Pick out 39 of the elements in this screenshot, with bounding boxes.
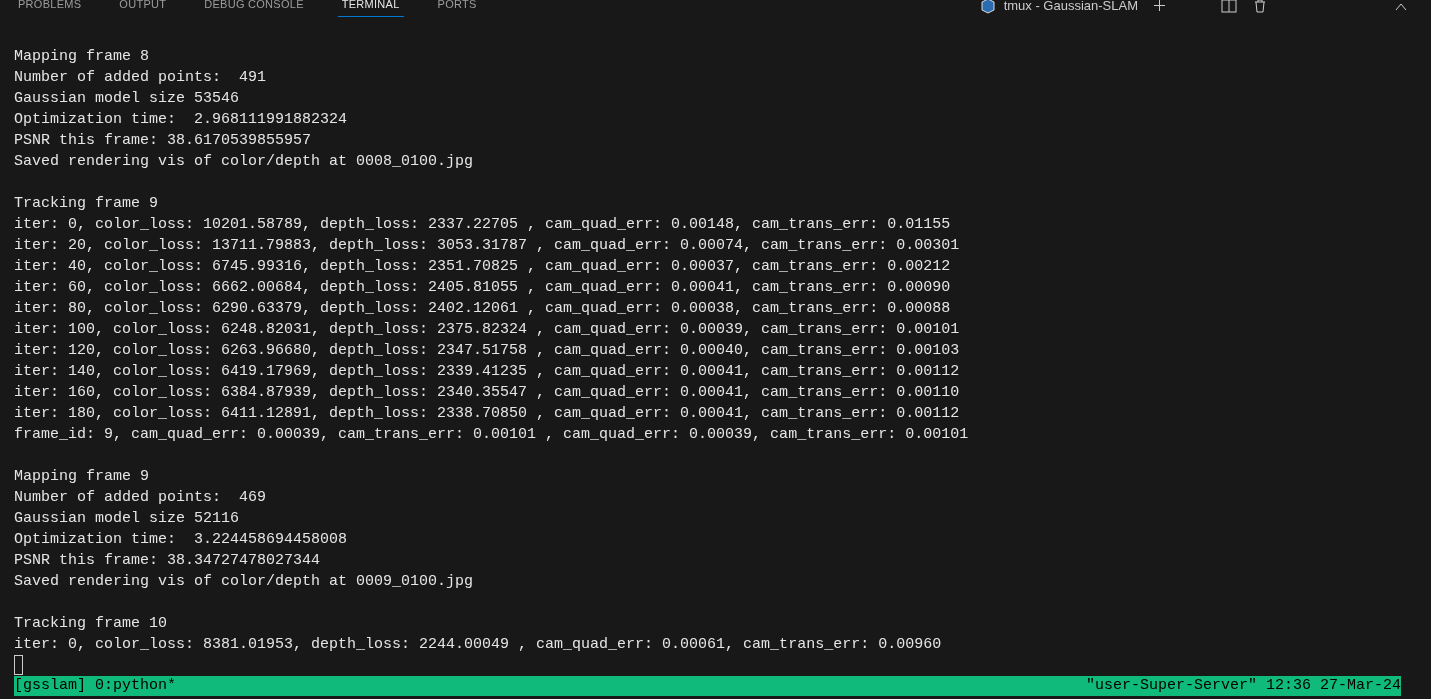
panel-tab[interactable]: PORTS bbox=[433, 0, 481, 17]
terminal-line: Tracking frame 9 bbox=[14, 194, 160, 214]
terminal-line: Gaussian model size 53546 bbox=[14, 89, 241, 109]
host-time-label: "user-Super-Server" 12:36 27-Mar-24 bbox=[1085, 675, 1401, 696]
terminal-line: iter: 180, color_loss: 6411.12891, depth_loss: 2338.70850 , cam_quad_err: 0.00041, cam_trans_err: 0.00112 bbox=[14, 404, 961, 424]
terminal-line: iter: 140, color_loss: 6419.17969, depth_loss: 2339.41235 , cam_quad_err: 0.00041, cam_trans_err: 0.00112 bbox=[14, 362, 961, 382]
terminal-line: Number of added points: 469 bbox=[14, 488, 268, 508]
cursor-icon bbox=[14, 655, 23, 675]
terminal-line: Saved rendering vis of color/depth at 0008_0100.jpg bbox=[14, 152, 475, 172]
terminal-line: iter: 40, color_loss: 6745.99316, depth_loss: 2351.70825 , cam_quad_err: 0.00037, cam_trans_err: 0.00212 bbox=[14, 257, 952, 277]
terminal-icon bbox=[979, 0, 996, 14]
terminal-line: PSNR this frame: 38.6170539855957 bbox=[14, 131, 313, 151]
terminal-line: iter: 20, color_loss: 13711.79883, depth_loss: 3053.31787 , cam_quad_err: 0.00074, cam_trans_err: 0.00301 bbox=[14, 236, 961, 256]
panel-tab[interactable]: DEBUG CONSOLE bbox=[200, 0, 308, 17]
terminal-line: Tracking frame 10 bbox=[14, 614, 169, 634]
terminal-line: PSNR this frame: 38.34727478027344 bbox=[14, 551, 322, 571]
terminal-line: iter: 160, color_loss: 6384.87939, depth_loss: 2340.35547 , cam_quad_err: 0.00041, cam_trans_err: 0.00110 bbox=[14, 383, 961, 403]
split-icon[interactable] bbox=[1221, 0, 1237, 13]
terminal-line: frame_id: 9, cam_quad_err: 0.00039, cam_trans_err: 0.00101 , cam_quad_err: 0.00039, cam_trans_err: 0.00101 bbox=[14, 425, 970, 445]
terminal-line: Mapping frame 8 bbox=[14, 47, 151, 67]
panel-tab[interactable]: OUTPUT bbox=[115, 0, 171, 17]
terminal-line: iter: 0, color_loss: 10201.58789, depth_loss: 2337.22705 , cam_quad_err: 0.00148, cam_trans_err: 0.01155 bbox=[14, 215, 952, 235]
terminal-line: iter: 100, color_loss: 6248.82031, depth_loss: 2375.82324 , cam_quad_err: 0.00039, cam_trans_err: 0.00101 bbox=[14, 320, 961, 340]
terminal-line: Optimization time: 3.224458694458008 bbox=[14, 530, 349, 550]
trash-icon[interactable] bbox=[1253, 0, 1267, 13]
terminal-line: Mapping frame 9 bbox=[14, 467, 151, 487]
terminal-line: iter: 60, color_loss: 6662.00684, depth_loss: 2405.81055 , cam_quad_err: 0.00041, cam_trans_err: 0.00090 bbox=[14, 278, 952, 298]
terminal-line: iter: 0, color_loss: 8381.01953, depth_loss: 2244.00049 , cam_quad_err: 0.00061, cam_trans_err: 0.00960 bbox=[14, 635, 943, 655]
terminal-line: Gaussian model size 52116 bbox=[14, 509, 241, 529]
terminal-line: iter: 80, color_loss: 6290.63379, depth_loss: 2402.12061 , cam_quad_err: 0.00038, cam_trans_err: 0.00088 bbox=[14, 299, 952, 319]
session-label: [gsslam] 0:python* bbox=[14, 675, 177, 696]
terminal-line: iter: 120, color_loss: 6263.96680, depth_loss: 2347.51758 , cam_quad_err: 0.00040, cam_trans_err: 0.00103 bbox=[14, 341, 961, 361]
plus-icon[interactable] bbox=[1154, 0, 1165, 12]
panel-tab[interactable]: TERMINAL bbox=[337, 0, 404, 17]
terminal-line: Saved rendering vis of color/depth at 0009_0100.jpg bbox=[14, 572, 475, 592]
terminal-line: Optimization time: 2.968111991882324 bbox=[14, 110, 349, 130]
terminal-line: Number of added points: 491 bbox=[14, 68, 268, 88]
terminal-title: tmux - Gaussian-SLAM bbox=[1003, 0, 1138, 15]
panel-tab[interactable]: PROBLEMS bbox=[14, 0, 86, 17]
